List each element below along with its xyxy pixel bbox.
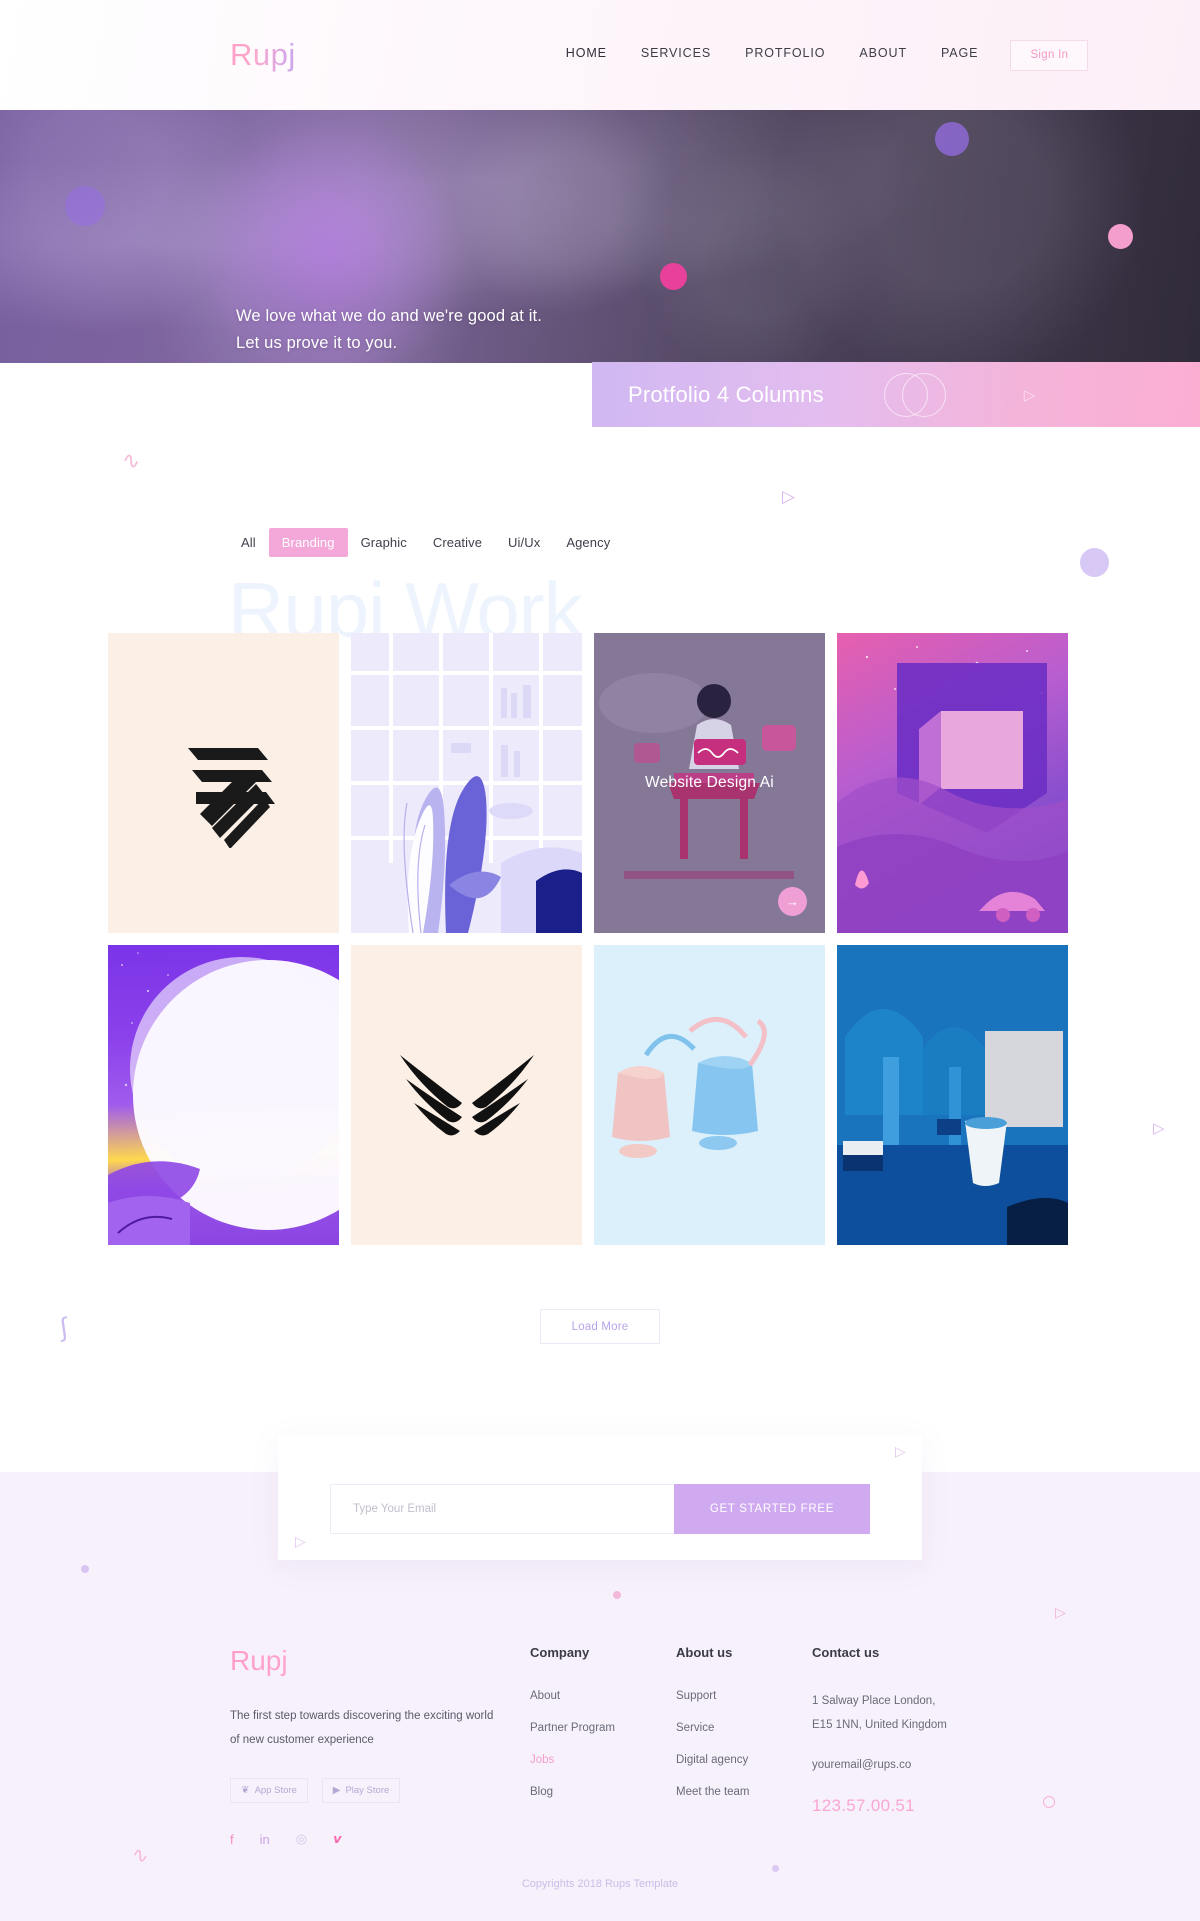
linkedin-icon[interactable]: in [260, 1832, 270, 1847]
main-nav: HOME SERVICES PROTFOLIO ABOUT PAGE [566, 46, 979, 64]
filter-all[interactable]: All [228, 528, 269, 557]
banner-title: Protfolio 4 Columns [628, 381, 824, 407]
decor-triangle-lav-right: ▷ [1055, 1604, 1066, 1620]
app-store-buttons: ❦ App Store ▶ Play Store [230, 1778, 500, 1804]
footer-link-blog[interactable]: Blog [530, 1786, 615, 1798]
footer-column-about: About us Support Service Digital agency Meet… [676, 1645, 750, 1818]
store-label: Play Store [345, 1785, 390, 1797]
portfolio-row: Website Design Ai → [108, 633, 1092, 933]
filter-creative[interactable]: Creative [420, 528, 495, 557]
footer-heading: Company [530, 1645, 590, 1660]
decor-dot-purple-right [935, 122, 969, 156]
play-triangle-icon: ▷ [1023, 386, 1036, 404]
get-started-button[interactable]: GET STARTED FREE [674, 1483, 870, 1534]
load-more-button[interactable]: Load More [540, 1309, 660, 1344]
footer-description: The first step towards discovering the e… [230, 1710, 494, 1746]
decor-triangle-right: ▷ [1153, 1120, 1165, 1137]
footer-brand-column: Rupj The first step towards discovering … [230, 1645, 500, 1847]
contact-phone[interactable]: 123.57.00.51 [812, 1796, 947, 1816]
nav-item-protfolio[interactable]: PROTFOLIO [745, 46, 825, 64]
decor-squiggle-lower-left: ∫ [57, 1311, 70, 1343]
copyright-text: Copyrights 2018 Rups Template [521, 1878, 679, 1890]
address-line-2: E15 1NN, United Kingdom [812, 1718, 947, 1731]
hero-line-1: We love what we do and we're good at it. [236, 307, 543, 325]
portfolio-card[interactable] [837, 633, 1068, 933]
portfolio-card-title: Website Design Ai [645, 774, 774, 791]
social-links: f in ◎ 𝙫 [230, 1831, 500, 1847]
contact-heading: Contact us [812, 1645, 880, 1660]
footer-link-support[interactable]: Support [676, 1690, 750, 1702]
hero-line-2: Let us prove it to you. [236, 333, 398, 352]
footer-link-about[interactable]: About [530, 1690, 615, 1702]
filter-branding[interactable]: Branding [268, 528, 348, 557]
vimeo-icon[interactable]: 𝙫 [333, 1831, 341, 1847]
dribbble-icon[interactable]: ◎ [296, 1831, 307, 1847]
play-icon: ▶ [332, 1785, 341, 1797]
decor-triangle-signup-left: ▷ [295, 1533, 306, 1549]
facebook-icon[interactable]: f [230, 1832, 234, 1847]
portfolio-card[interactable] [351, 945, 582, 1245]
footer-column-contact: Contact us 1 Salway Place London, E15 1N… [812, 1645, 947, 1816]
decor-dot-purple-left [65, 186, 105, 226]
decor-circle-outline [1043, 1796, 1055, 1808]
footer-link-jobs[interactable]: Jobs [530, 1754, 615, 1766]
decor-triangle-signup-right: ▷ [895, 1443, 906, 1459]
decor-dot-lav-left [81, 1565, 89, 1573]
footer-heading: About us [676, 1645, 733, 1660]
app-store-button[interactable]: ❦ App Store [230, 1778, 308, 1804]
site-header: Rupj HOME SERVICES PROTFOLIO ABOUT PAGE Sign… [0, 0, 1200, 110]
portfolio-card-arrow-icon[interactable]: → [778, 887, 807, 916]
portfolio-banner: Protfolio 4 Columns ▷ [592, 362, 1200, 427]
address-line-1: 1 Salway Place London, [812, 1695, 936, 1707]
contact-email[interactable]: youremail@rups.co [812, 1759, 947, 1771]
filter-graphic[interactable]: Graphic [348, 528, 420, 557]
page-root: Rupj HOME SERVICES PROTFOLIO ABOUT PAGE Sign… [0, 0, 1200, 1921]
portfolio-grid: Website Design Ai → [108, 633, 1092, 1257]
overlapping-circles-icon [883, 372, 946, 417]
filter-ui-ux[interactable]: Ui/Ux [495, 528, 553, 557]
decor-squiggle-left: ∿ [119, 446, 143, 475]
portfolio-card[interactable] [108, 633, 339, 933]
portfolio-card[interactable]: Website Design Ai → [594, 633, 825, 933]
email-input[interactable] [330, 1483, 674, 1534]
portfolio-card[interactable] [837, 945, 1068, 1245]
hero-heading: We love what we do and we're good at it.… [236, 303, 542, 356]
decor-dot-magenta [660, 263, 687, 290]
nav-item-home[interactable]: HOME [566, 46, 607, 64]
footer-link-service[interactable]: Service [676, 1722, 750, 1734]
newsletter-card: GET STARTED FREE [278, 1435, 922, 1560]
sign-in-button[interactable]: Sign In [1010, 39, 1089, 71]
portfolio-filters: All Branding Graphic Creative Ui/Ux Agency [228, 528, 623, 557]
decor-triangle-mid: ▷ [782, 487, 796, 506]
footer-link-partner-program[interactable]: Partner Program [530, 1722, 615, 1734]
decor-dot-pink-right [1108, 224, 1133, 249]
play-store-button[interactable]: ▶ Play Store [322, 1778, 400, 1804]
newsletter-form: GET STARTED FREE [330, 1483, 870, 1534]
footer-column-company: Company About Partner Program Jobs Blog [530, 1645, 615, 1818]
contact-address: 1 Salway Place London, E15 1NN, United K… [812, 1690, 947, 1737]
portfolio-card[interactable] [108, 945, 339, 1245]
portfolio-card[interactable] [351, 633, 582, 933]
decor-dot-footer-mid [772, 1865, 779, 1872]
portfolio-card[interactable] [594, 945, 825, 1245]
nav-item-page[interactable]: PAGE [941, 46, 978, 64]
footer-link-meet-the-team[interactable]: Meet the team [676, 1786, 750, 1798]
apple-icon: ❦ [241, 1785, 250, 1797]
filter-agency[interactable]: Agency [553, 528, 623, 557]
nav-item-services[interactable]: SERVICES [641, 46, 711, 64]
footer-link-digital-agency[interactable]: Digital agency [676, 1754, 750, 1766]
nav-item-about[interactable]: ABOUT [859, 46, 907, 64]
portfolio-row [108, 945, 1092, 1245]
decor-dot-lav-mid [613, 1591, 621, 1599]
decor-dot-portfolio [1080, 548, 1109, 577]
store-label: App Store [254, 1785, 297, 1797]
footer-logo[interactable]: Rupj [230, 1645, 500, 1677]
brand-logo[interactable]: Rupj [230, 37, 296, 73]
hero-section: We love what we do and we're good at it.… [0, 100, 1200, 363]
